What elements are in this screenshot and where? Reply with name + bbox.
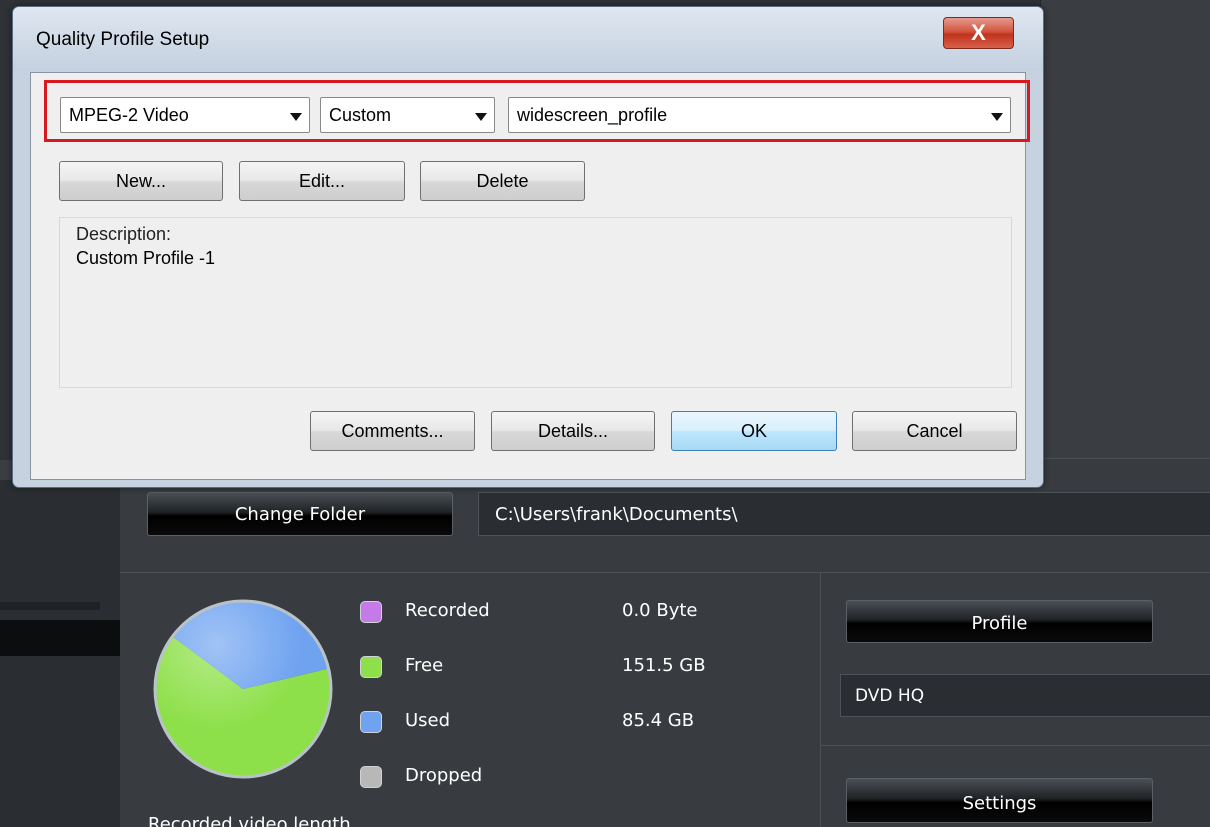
description-box: Description: Custom Profile -1: [59, 217, 1012, 388]
recorded-value: 0.0 Byte: [622, 600, 698, 621]
description-label: Description:: [76, 224, 172, 244]
profile-value: widescreen_profile: [517, 105, 668, 125]
used-label: Used: [405, 710, 451, 731]
divider: [120, 572, 1210, 573]
close-button[interactable]: X: [943, 17, 1014, 49]
right-panel: [1040, 0, 1210, 460]
close-icon: X: [971, 20, 986, 45]
new-button[interactable]: New...: [59, 161, 223, 201]
profile-dropdown[interactable]: widescreen_profile: [508, 97, 1011, 133]
dialog-titlebar[interactable]: Quality Profile Setup X: [13, 7, 1043, 71]
recorded-swatch: [360, 601, 382, 623]
quality-profile-setup-dialog: Quality Profile Setup X MPEG-2 Video Cus…: [12, 6, 1044, 488]
codec-dropdown[interactable]: MPEG-2 Video: [60, 97, 310, 133]
quality-dropdown[interactable]: Custom: [320, 97, 495, 133]
delete-button[interactable]: Delete: [420, 161, 585, 201]
profile-button[interactable]: Profile: [846, 600, 1153, 643]
profile-field[interactable]: DVD HQ: [840, 674, 1210, 717]
free-value: 151.5 GB: [622, 655, 706, 676]
folder-path-field[interactable]: C:\Users\frank\Documents\: [478, 492, 1210, 536]
free-swatch: [360, 656, 382, 678]
dropped-swatch: [360, 766, 382, 788]
comments-button[interactable]: Comments...: [310, 411, 475, 451]
divider: [820, 573, 821, 827]
description-text: Custom Profile -1: [76, 248, 216, 268]
edit-button[interactable]: Edit...: [239, 161, 405, 201]
dropped-label: Dropped: [405, 765, 483, 786]
quality-value: Custom: [329, 105, 392, 125]
chevron-down-icon: [991, 113, 1003, 121]
details-button[interactable]: Details...: [491, 411, 655, 451]
left-pane: [0, 460, 120, 827]
used-swatch: [360, 711, 382, 733]
cancel-button[interactable]: Cancel: [852, 411, 1017, 451]
ok-button[interactable]: OK: [671, 411, 837, 451]
left-pane-bar: [0, 620, 120, 656]
dialog-title: Quality Profile Setup: [36, 29, 210, 50]
storage-pie-chart: [152, 598, 334, 780]
chevron-down-icon: [290, 113, 302, 121]
left-pane-divider: [0, 602, 100, 610]
change-folder-button[interactable]: Change Folder: [147, 492, 453, 536]
dialog-content: MPEG-2 Video Custom widescreen_profile N…: [30, 72, 1030, 480]
recorded-video-length-label: Recorded video length: [148, 814, 351, 827]
chevron-down-icon: [475, 113, 487, 121]
settings-button[interactable]: Settings: [846, 778, 1153, 823]
recorded-label: Recorded: [405, 600, 490, 621]
used-value: 85.4 GB: [622, 710, 695, 731]
divider: [820, 745, 1210, 746]
free-label: Free: [405, 655, 444, 676]
codec-value: MPEG-2 Video: [69, 105, 189, 125]
